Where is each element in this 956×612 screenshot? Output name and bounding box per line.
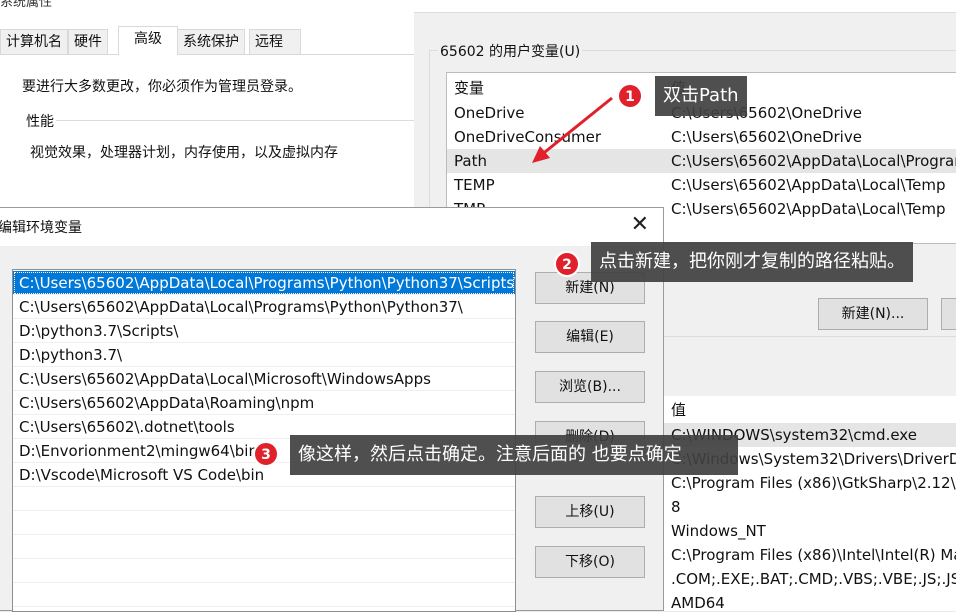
arrow-icon <box>532 96 613 163</box>
annotation-arrow-layer <box>532 96 613 163</box>
step2-callout: 点击新建，把你刚才复制的路径粘贴。 <box>591 242 913 282</box>
step2-badge: 2 <box>554 251 580 277</box>
step1-callout: 双击Path <box>655 76 747 116</box>
step1-badge: 1 <box>617 83 643 109</box>
step3-badge: 3 <box>253 441 279 467</box>
step3-callout: 像这样，然后点击确定。注意后面的 也要点确定 <box>290 435 738 475</box>
